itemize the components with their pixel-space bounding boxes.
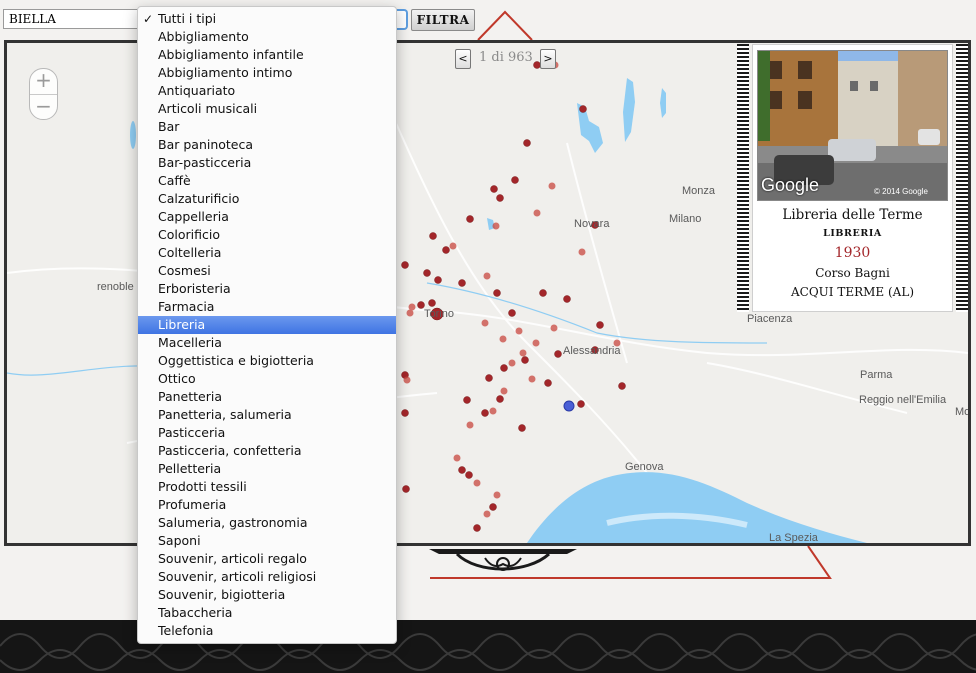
dropdown-option[interactable]: Bar paninoteca [138,136,396,154]
dropdown-option[interactable]: Coltelleria [138,244,396,262]
zoom-out-button[interactable]: − [30,94,57,120]
dropdown-option[interactable]: Salumeria, gastronomia [138,514,396,532]
map-label-la-spezia: La Spezia [769,532,818,544]
dropdown-option[interactable]: Erboristeria [138,280,396,298]
dropdown-option[interactable]: Bar-pasticceria [138,154,396,172]
dropdown-option[interactable]: Caffè [138,172,396,190]
checkmark-icon: ✓ [143,12,154,26]
dropdown-option[interactable]: Pasticceria, confetteria [138,442,396,460]
zoom-in-button[interactable]: + [30,69,57,94]
card-border-right [956,44,968,312]
map-label-torino: Torino [424,308,454,320]
shop-category: LIBRERIA [823,228,882,239]
dropdown-option[interactable]: ✓ Tutti i tipi [138,10,396,28]
map-label-grenoble: renoble [97,281,134,293]
card-body: Google © 2014 Google Libreria delle Term… [752,44,953,312]
dropdown-option[interactable]: Telefonia [138,622,396,640]
dropdown-option[interactable]: Panetteria, salumeria [138,406,396,424]
dropdown-option[interactable]: Souvenir, articoli religiosi [138,568,396,586]
shop-street: Corso Bagni [815,266,890,280]
shop-city: ACQUI TERME (AL) [790,285,914,299]
map-label-alessandria: Alessandria [563,345,621,357]
dropdown-option[interactable]: Oggettistica e bigiotteria [138,352,396,370]
shop-year: 1930 [834,245,871,261]
pager-text: 1 di 963 [479,50,533,65]
map-label-reggio: Reggio nell'Emilia [859,394,947,406]
dropdown-option[interactable]: Colorificio [138,226,396,244]
google-watermark: Google [761,175,820,195]
dropdown-option[interactable]: Articoli musicali [138,100,396,118]
map-label-milano: Milano [669,213,702,225]
filter-button[interactable]: FILTRA [411,9,475,31]
dropdown-option[interactable]: Bar [138,118,396,136]
dropdown-option-highlighted[interactable]: Libreria [138,316,396,334]
dropdown-option[interactable]: Abbigliamento infantile [138,46,396,64]
map-label-genova: Genova [625,461,664,473]
photo-copyright: © 2014 Google [874,187,928,196]
shop-name: Libreria delle Terme [782,207,923,223]
dropdown-option[interactable]: Macelleria [138,334,396,352]
dropdown-option[interactable]: Farmacia [138,298,396,316]
map-label-modena: Mo [955,406,971,418]
next-page-button[interactable]: > [540,49,556,69]
dropdown-option[interactable]: Tabaccheria [138,604,396,622]
city-select[interactable]: BIELLA [3,9,141,29]
dropdown-option[interactable]: Souvenir, articoli regalo [138,550,396,568]
dropdown-option[interactable]: Panetteria [138,388,396,406]
map-label-novara: Novara [574,218,610,230]
dropdown-option[interactable]: Antiquariato [138,82,396,100]
dropdown-option[interactable]: Prodotti tessili [138,478,396,496]
dropdown-option[interactable]: Abbigliamento intimo [138,64,396,82]
dropdown-option[interactable]: Saponi [138,532,396,550]
dropdown-option[interactable]: Pasticceria [138,424,396,442]
shop-info-card: Google © 2014 Google Libreria delle Term… [737,44,968,312]
dropdown-option[interactable]: Ottico [138,370,396,388]
dropdown-option[interactable]: Calzaturificio [138,190,396,208]
type-dropdown-menu[interactable]: ✓ Tutti i tipi Abbigliamento Abbigliament… [137,6,397,644]
map-label-parma: Parma [860,369,893,381]
map-label-piacenza: Piacenza [747,313,793,325]
type-select[interactable] [396,9,408,30]
dropdown-option[interactable]: Pelletteria [138,460,396,478]
ornament-icon [429,549,577,571]
card-border-left [737,44,749,312]
prev-page-button[interactable]: < [455,49,471,69]
map-label-monza: Monza [682,185,716,197]
zoom-control: + − [29,68,58,120]
dropdown-option[interactable]: Abbigliamento [138,28,396,46]
dropdown-option[interactable]: Cosmesi [138,262,396,280]
street-view-photo[interactable]: Google © 2014 Google [757,50,948,201]
dropdown-option[interactable]: Souvenir, bigiotteria [138,586,396,604]
dropdown-option[interactable]: Profumeria [138,496,396,514]
dropdown-option[interactable]: Cappelleria [138,208,396,226]
